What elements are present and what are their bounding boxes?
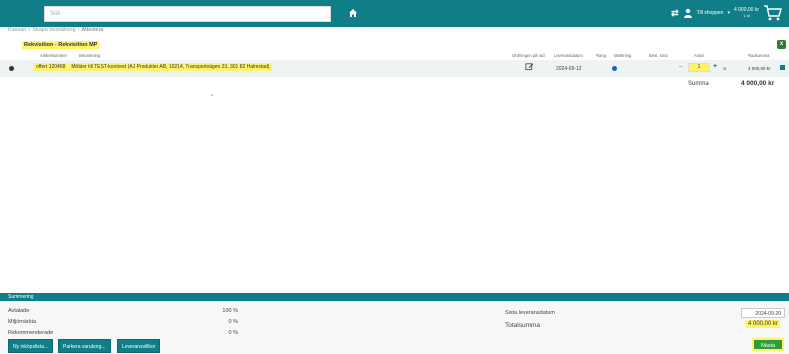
summary-agreed-label: Avtalade (8, 308, 30, 314)
delivery-terms-button[interactable]: Leveransvillkor (117, 339, 161, 353)
divider-dot (211, 94, 213, 96)
header-description: Benämning (79, 53, 101, 58)
header-qty: Antal (694, 53, 704, 58)
header-best-sort: Best. sora (649, 53, 668, 58)
latest-delivery-label: Sista leveransdatum (505, 310, 555, 316)
breadcrumb: Kassan › Skapa beställning › Attestera (8, 27, 104, 33)
status-square-icon (780, 65, 785, 70)
row-description: offert 120468 Möbler till TEST-kontoret (… (33, 63, 273, 71)
total-value: 4 000,00 kr (746, 320, 781, 328)
header-article: Artikelnummer (40, 53, 67, 58)
qty-increase-button[interactable]: + (713, 63, 717, 70)
home-icon[interactable] (348, 8, 358, 18)
summary-recommended-label: Rekommenderade (8, 330, 54, 336)
total-label: Totalsumma (505, 322, 541, 329)
quantity-input[interactable]: 1 (688, 63, 710, 72)
header-marking: Märkning (614, 53, 632, 58)
top-bar: Sök ⇄ Till shoppen ▾ 4 000,00 kr 1 st (0, 0, 789, 27)
header-brand: Rang (596, 53, 607, 58)
qty-unit: st (723, 66, 727, 71)
next-button[interactable]: Nästa (752, 338, 784, 351)
requisition-title: Rekvisition - Rekvisition MP (22, 41, 100, 49)
sum-value: 4 000,00 kr (741, 80, 775, 87)
row-amount: 4 000,00 kr (748, 66, 771, 71)
row-delivery-date: 2024-09-12 (556, 66, 582, 72)
cart-icon[interactable] (763, 3, 783, 23)
summary-eco-label: Miljömärkta (8, 319, 37, 325)
cart-amount: 4 000,00 kr 1 st (734, 7, 759, 19)
cart-amount-qty: 1 st (743, 13, 750, 18)
latest-delivery-input[interactable]: 2024-09-20 (741, 308, 785, 318)
park-cart-button[interactable]: Parkera varukorg... (58, 339, 111, 353)
expand-row-icon[interactable] (9, 66, 14, 71)
summary-eco-value: 0 % (228, 319, 238, 325)
row-article: offert 120468 (36, 64, 66, 70)
breadcrumb-create-order[interactable]: Skapa beställning (32, 27, 75, 33)
row-description-text: Möbler till TEST-kontoret (AJ Produkter … (71, 64, 270, 70)
new-order-list-button[interactable]: Ny inköpslista... (8, 339, 54, 353)
header-delivery-date: Leveransdatum (554, 53, 583, 58)
breadcrumb-cart[interactable]: Kassan (8, 27, 26, 33)
summary-recommended-value: 0 % (228, 330, 238, 336)
marking-dot-icon (612, 66, 617, 71)
edit-icon[interactable] (525, 62, 534, 71)
excel-export-icon[interactable]: x (777, 40, 786, 49)
shop-menu[interactable]: Till shoppen (697, 10, 724, 16)
chevron-down-icon: ▾ (727, 10, 730, 16)
breadcrumb-approve: Attestera (81, 27, 104, 33)
swap-icon[interactable]: ⇄ (671, 8, 679, 19)
summary-agreed-value: 100 % (222, 308, 238, 314)
search-input[interactable]: Sök (44, 6, 331, 22)
user-icon[interactable] (683, 8, 693, 18)
header-order: Ordningen på rad (512, 53, 545, 58)
sum-label: Summa (688, 81, 709, 87)
summary-title: Summering (0, 293, 789, 301)
qty-decrease-button[interactable]: – (679, 64, 682, 70)
header-row-sum: Radsumma (748, 53, 770, 58)
